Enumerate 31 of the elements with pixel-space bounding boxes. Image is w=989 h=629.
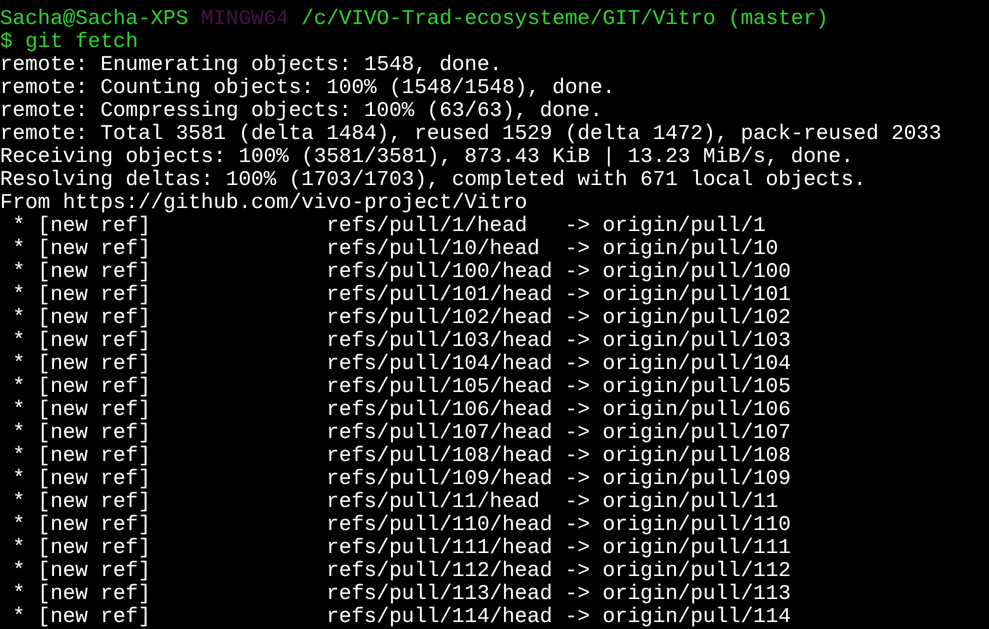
prompt-user-host: Sacha@Sacha-XPS — [0, 8, 188, 31]
output-line: * [new ref] refs/pull/111/head -> origin/pull/111 — [12, 537, 791, 560]
output-line: * [new ref] refs/pull/11/head -> origin/pull/11 — [12, 491, 778, 514]
output-line: * [new ref] refs/pull/104/head -> origin/pull/104 — [12, 353, 791, 376]
output-line: * [new ref] refs/pull/109/head -> origin/pull/109 — [12, 468, 791, 491]
output-line: * [new ref] refs/pull/114/head -> origin/pull/114 — [12, 606, 791, 629]
prompt-system: MINGW64 — [200, 8, 289, 31]
prompt-branch: (master) — [728, 8, 828, 31]
output-line: remote: Compressing objects: 100% (63/63), done. — [0, 100, 602, 123]
command-text: git fetch — [25, 31, 138, 54]
output-line: * [new ref] refs/pull/105/head -> origin/pull/105 — [12, 376, 791, 399]
output-line: * [new ref] refs/pull/106/head -> origin/pull/106 — [12, 399, 791, 422]
output-line: * [new ref] refs/pull/113/head -> origin/pull/113 — [12, 583, 791, 606]
output-line: * [new ref] refs/pull/102/head -> origin/pull/102 — [12, 307, 791, 330]
output-line: remote: Total 3581 (delta 1484), reused 1529 (delta 1472), pack-reused 2033 — [0, 123, 942, 146]
output-line: Receiving objects: 100% (3581/3581), 873.43 KiB | 13.23 MiB/s, done. — [0, 146, 854, 169]
output-line: * [new ref] refs/pull/107/head -> origin/pull/107 — [12, 422, 791, 445]
output-line: From https://github.com/vivo-project/Vitro — [0, 192, 528, 215]
output-line: * [new ref] refs/pull/108/head -> origin/pull/108 — [12, 445, 791, 468]
output-line: Resolving deltas: 100% (1703/1703), completed with 671 local objects. — [0, 169, 866, 192]
output-line: * [new ref] refs/pull/103/head -> origin/pull/103 — [12, 330, 791, 353]
prompt-path: /c/VIVO-Trad-ecosysteme/GIT/Vitro — [301, 8, 716, 31]
output-line: * [new ref] refs/pull/100/head -> origin/pull/100 — [12, 261, 791, 284]
output-line: * [new ref] refs/pull/1/head -> origin/pull/1 — [12, 215, 766, 238]
prompt-symbol: $ — [0, 31, 13, 54]
output-line: remote: Counting objects: 100% (1548/1548), done. — [0, 77, 616, 100]
output-line: * [new ref] refs/pull/110/head -> origin/pull/110 — [12, 514, 791, 537]
output-line: * [new ref] refs/pull/112/head -> origin/pull/112 — [12, 560, 791, 583]
output-line: * [new ref] refs/pull/101/head -> origin/pull/101 — [12, 284, 791, 307]
output-line: remote: Enumerating objects: 1548, done. — [0, 54, 502, 77]
output-line: * [new ref] refs/pull/10/head -> origin/pull/10 — [12, 238, 778, 261]
